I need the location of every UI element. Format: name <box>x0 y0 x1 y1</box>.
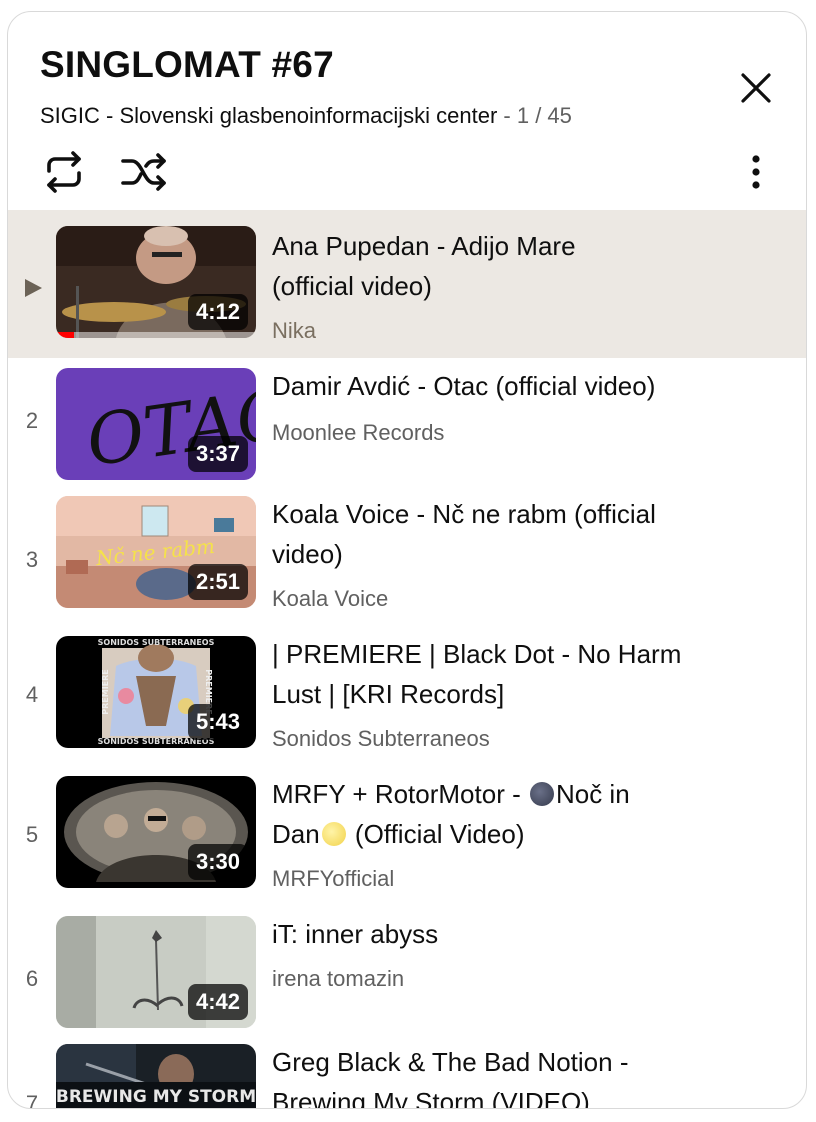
item-index: 5 <box>25 822 39 847</box>
channel-name[interactable]: irena tomazin <box>272 965 404 993</box>
video-title[interactable]: Damir Avdić - Otac (official video) <box>272 366 732 406</box>
playlist-item[interactable]: 3 Nč ne rabm 2:51 Koala Voice - Nč ne ra… <box>8 494 806 636</box>
playlist-subtitle: SIGIC - Slovenski glasbenoinformacijski … <box>40 102 572 130</box>
subtitle-separator: - <box>497 103 517 128</box>
video-duration: 3:30 <box>187 844 248 880</box>
video-title[interactable]: Koala Voice - Nč ne rabm (official video… <box>272 494 732 574</box>
thumbnail-image: BREWING MY STORM <box>56 1044 256 1108</box>
video-title-text: MRFY + RotorMotor - <box>272 779 528 809</box>
item-index: 6 <box>25 966 39 991</box>
watch-progress-bar <box>56 332 74 338</box>
video-duration: 3:37 <box>187 436 248 472</box>
video-title-line: Koala Voice - Nč ne rabm (official <box>272 499 656 529</box>
item-index: 7 <box>25 1091 39 1109</box>
channel-name[interactable]: Moonlee Records <box>272 419 444 447</box>
channel-name[interactable]: Sonidos Subterraneos <box>272 725 490 753</box>
playlist-item[interactable]: 6 4:42 iT: inner abyss irena tomazin <box>8 914 806 1044</box>
video-title-line: Lust | [KRI Records] <box>272 679 505 709</box>
video-title-text: (Official Video) <box>347 819 525 849</box>
more-vert-icon <box>752 155 760 189</box>
video-title-line: (official video) <box>272 271 432 301</box>
thumbnail-text: PREMIERE <box>101 669 110 715</box>
item-index: 2 <box>25 408 39 433</box>
close-icon <box>741 73 771 103</box>
playlist-item[interactable]: 4:12 Ana Pupedan - Adijo Mare (official … <box>8 210 806 358</box>
video-title-line: iT: inner abyss <box>272 919 439 949</box>
video-thumbnail[interactable]: OTAC 3:37 <box>56 368 256 480</box>
video-duration: 4:42 <box>187 984 248 1020</box>
video-thumbnail[interactable]: 3:30 <box>56 776 256 888</box>
video-thumbnail[interactable]: 4:12 <box>56 226 256 338</box>
video-thumbnail[interactable]: BREWING MY STORM <box>56 1044 256 1108</box>
video-title[interactable]: | PREMIERE | Black Dot - No Harm Lust | … <box>272 634 732 714</box>
thumbnail-text: SONIDOS SUBTERRANEOS <box>98 638 215 647</box>
video-title-line: Greg Black & The Bad Notion - <box>272 1047 629 1077</box>
video-title-line: | PREMIERE | Black Dot - No Harm <box>272 639 682 669</box>
playlist-position: 1 / 45 <box>516 103 572 128</box>
loop-button[interactable] <box>38 146 90 198</box>
playlist-owner-link[interactable]: SIGIC - Slovenski glasbenoinformacijski … <box>40 103 497 128</box>
full-moon-emoji-icon <box>321 822 346 846</box>
video-title[interactable]: Greg Black & The Bad Notion - Brewing My… <box>272 1042 732 1109</box>
video-title[interactable]: MRFY + RotorMotor - Noč in Dan (Official… <box>272 774 732 854</box>
channel-name[interactable]: Koala Voice <box>272 585 388 613</box>
video-title-line: Damir Avdić - Otac (official video) <box>272 371 656 401</box>
video-thumbnail[interactable]: Nč ne rabm 2:51 <box>56 496 256 608</box>
playlist-item[interactable]: 4 SONIDOS SUBTERRANEOS SONIDOS SUBTERRAN… <box>8 634 806 776</box>
video-title-line: Ana Pupedan - Adijo Mare <box>272 231 576 261</box>
more-options-button[interactable] <box>730 146 782 198</box>
progress-track <box>56 332 256 338</box>
video-title-line: Brewing My Storm (VIDEO) <box>272 1087 590 1109</box>
item-index: 4 <box>25 682 39 707</box>
video-title[interactable]: Ana Pupedan - Adijo Mare (official video… <box>272 226 732 306</box>
playlist-item[interactable]: 2 OTAC 3:37 Damir Avdić - Otac (official… <box>8 358 806 496</box>
close-button[interactable] <box>730 62 782 114</box>
video-duration: 2:51 <box>187 564 248 600</box>
item-index: 3 <box>25 547 39 572</box>
video-title-text: Noč in <box>555 779 630 809</box>
thumbnail-text: BREWING MY STORM <box>56 1087 256 1107</box>
playlist-panel: SINGLOMAT #67 SIGIC - Slovenski glasbeno… <box>7 11 807 1109</box>
playlist-title[interactable]: SINGLOMAT #67 <box>40 42 334 88</box>
playlist-item[interactable]: 5 3:30 MRFY + RotorMotor - Noč in Dan (O… <box>8 774 806 916</box>
playlist-header: SINGLOMAT #67 SIGIC - Slovenski glasbeno… <box>8 12 806 210</box>
video-title-text: Dan <box>272 819 320 849</box>
video-thumbnail[interactable]: 4:42 <box>56 916 256 1028</box>
video-title[interactable]: iT: inner abyss <box>272 914 732 954</box>
video-duration: 4:12 <box>187 294 248 330</box>
playlist-item[interactable]: 7 BREWING MY STORM Greg Black & The Bad … <box>8 1042 806 1109</box>
video-title-line: video) <box>272 539 343 569</box>
channel-name[interactable]: Nika <box>272 317 316 345</box>
video-duration: 5:43 <box>187 704 248 740</box>
shuffle-button[interactable] <box>118 146 170 198</box>
loop-icon <box>47 151 81 193</box>
shuffle-icon <box>121 153 166 191</box>
play-arrow-icon <box>25 279 42 297</box>
new-moon-emoji-icon <box>529 782 554 806</box>
video-thumbnail[interactable]: SONIDOS SUBTERRANEOS SONIDOS SUBTERRANEO… <box>56 636 256 748</box>
channel-name[interactable]: MRFYofficial <box>272 865 394 893</box>
playlist-video-list: 4:12 Ana Pupedan - Adijo Mare (official … <box>8 210 806 1109</box>
